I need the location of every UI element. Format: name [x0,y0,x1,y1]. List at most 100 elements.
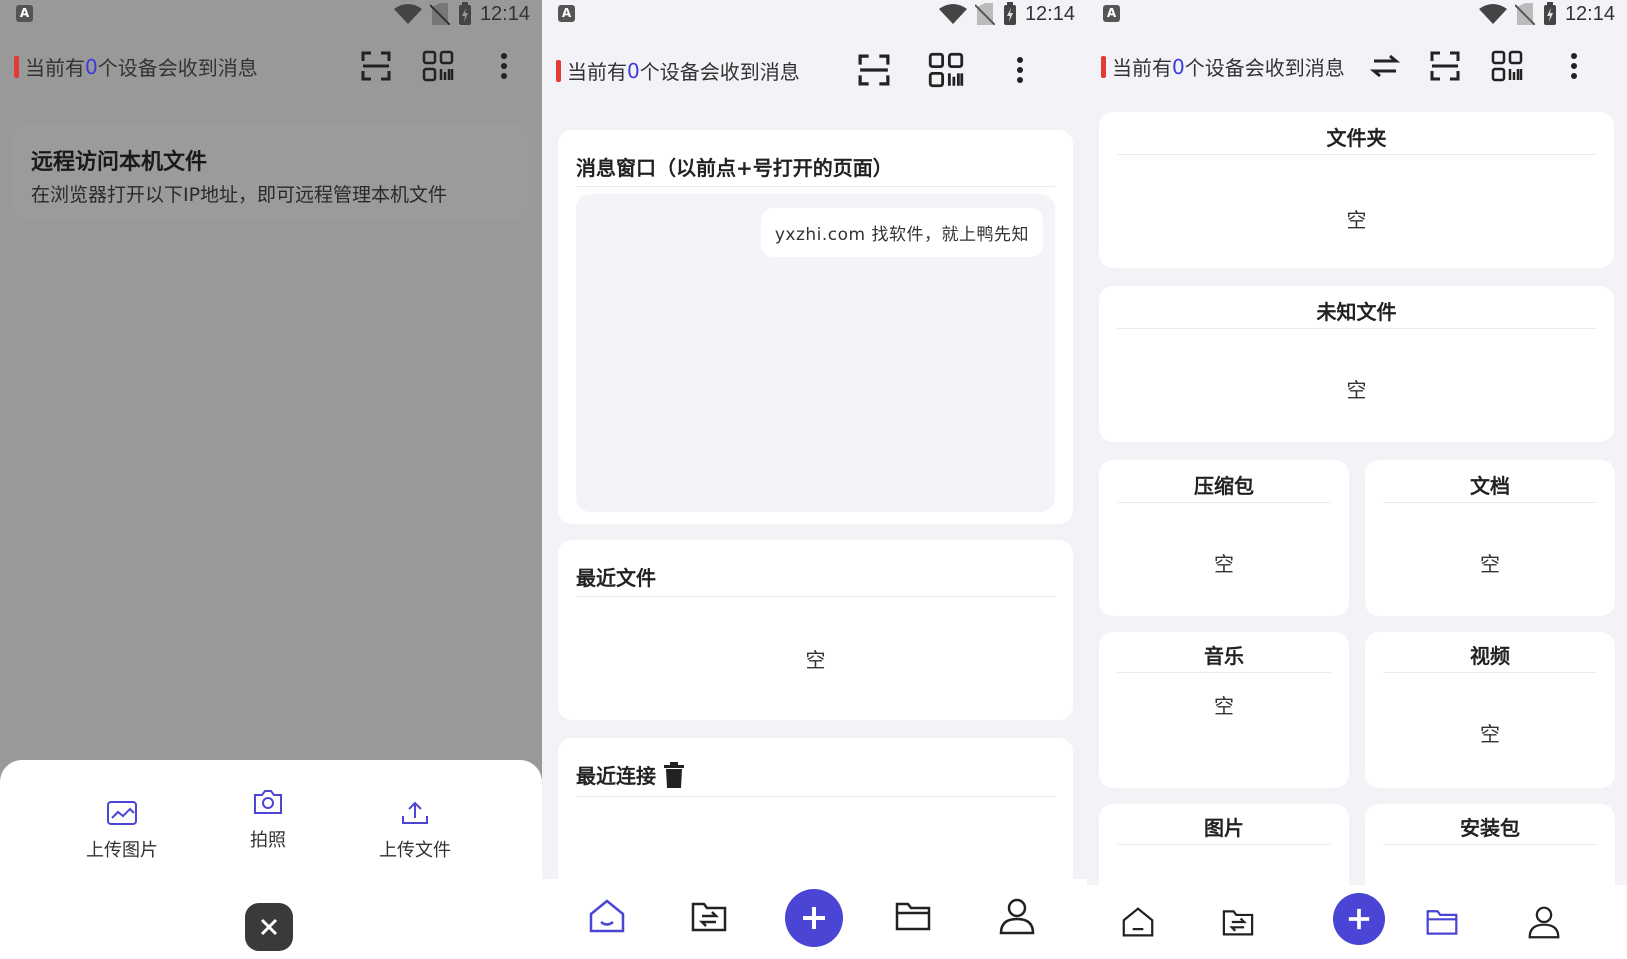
more-menu-button[interactable] [1554,46,1594,86]
category-title: 图片 [1204,816,1244,840]
clock: 12:14 [1564,2,1615,25]
folder-icon [1426,910,1458,935]
recent-connections-card: 最近连接 [558,738,1073,898]
remote-access-description: 在浏览器打开以下IP地址，即可远程管理本机文件 [31,184,448,206]
top-toolbar: 当前有 0 个设备会收到消息 [1087,38,1627,94]
status-bar: A 12:14 [0,0,542,28]
message-window-card: 消息窗口（以前点+号打开的页面） yxzhi.com 找软件，就上鸭先知 [558,130,1073,524]
nav-profile[interactable] [1519,897,1569,947]
divider [1117,672,1331,673]
upload-file-label: 上传文件 [379,840,451,861]
nav-files[interactable] [888,891,938,941]
nav-add-button[interactable] [1333,893,1385,945]
plus-icon [1348,908,1370,930]
panel-home: A 12:14 当前有 0 个设备会收到消息 消息窗口（以前点+号打开的页面） … [542,0,1087,959]
device-count-title: 当前有 0 个设备会收到消息 [1101,52,1345,81]
divider [1383,844,1597,845]
indicator-bar [556,59,561,82]
nav-file-transfer[interactable] [1213,897,1263,947]
qr-code-button[interactable] [1487,46,1527,86]
clock: 12:14 [1024,2,1075,25]
device-count: 0 [627,58,640,83]
user-icon [1528,906,1560,939]
indicator-bar [1101,55,1106,78]
home-icon [589,899,625,933]
category-title: 文件夹 [1326,126,1387,150]
panel-remote-access: A 12:14 当前有 0 个设备会收到消息 远程访问本机文件 在浏览器打开以下… [0,0,542,959]
folder-icon [895,902,931,931]
more-menu-button[interactable] [484,46,524,86]
category-empty: 空 [1214,552,1234,576]
notification-icon: A [558,5,575,22]
category-music-card[interactable]: 音乐 空 [1099,632,1349,788]
sort-switch-button[interactable] [1365,46,1405,86]
nav-files[interactable] [1417,897,1467,947]
battery-icon [1003,2,1016,25]
more-vertical-icon [501,53,507,79]
wifi-icon [393,4,422,24]
no-sim-icon [1514,3,1535,25]
panel-file-categories: A 12:14 当前有 0 个设备会收到消息 文件夹 空 未知文件 空 压缩包 … [1087,0,1627,959]
title-prefix: 当前有 [1112,56,1172,80]
battery-icon [1543,2,1556,25]
category-empty: 空 [1346,208,1367,232]
category-archive-card[interactable]: 压缩包 空 [1099,460,1349,616]
divider [1117,154,1596,155]
category-document-card[interactable]: 文档 空 [1365,460,1615,616]
category-title: 音乐 [1204,644,1244,668]
trash-icon[interactable] [664,761,684,788]
upload-file-button[interactable]: 上传文件 [355,800,475,862]
remote-access-title: 远程访问本机文件 [31,150,208,175]
divider [576,796,1055,797]
nav-profile[interactable] [992,891,1042,941]
nav-home[interactable] [582,891,632,941]
remote-access-card[interactable]: 远程访问本机文件 在浏览器打开以下IP地址，即可远程管理本机文件 [12,124,529,220]
title-suffix: 个设备会收到消息 [1184,56,1345,80]
scan-button[interactable] [356,46,396,86]
take-photo-button[interactable]: 拍照 [208,788,328,852]
plus-icon [803,907,825,929]
category-video-card[interactable]: 视频 空 [1365,632,1615,788]
bottom-navigation [1087,885,1627,959]
category-title: 未知文件 [1316,300,1397,324]
message-area[interactable]: yxzhi.com 找软件，就上鸭先知 [576,194,1055,512]
more-vertical-icon [1017,57,1023,83]
divider [1117,844,1331,845]
device-count-title: 当前有 0 个设备会收到消息 [556,56,800,85]
top-toolbar: 当前有 0 个设备会收到消息 [542,42,1087,98]
qr-code-button[interactable] [418,46,458,86]
category-title: 文档 [1470,474,1510,498]
swap-arrows-icon [1370,54,1400,78]
more-menu-button[interactable] [1000,50,1040,90]
category-folder-card[interactable]: 文件夹 空 [1099,112,1614,268]
title-prefix: 当前有 [25,56,85,80]
nav-home[interactable] [1113,897,1163,947]
divider [1117,502,1331,503]
take-photo-label: 拍照 [250,830,286,851]
category-unknown-card[interactable]: 未知文件 空 [1099,286,1614,442]
battery-icon [458,2,471,25]
category-title: 安装包 [1460,816,1520,840]
scan-button[interactable] [1425,46,1465,86]
nav-file-transfer[interactable] [684,891,734,941]
scan-icon [361,51,391,81]
camera-icon [254,790,282,814]
user-icon [999,898,1035,935]
clock: 12:14 [479,2,530,25]
divider [1383,502,1597,503]
close-sheet-button[interactable] [245,903,293,951]
message-bubble[interactable]: yxzhi.com 找软件，就上鸭先知 [760,208,1043,257]
nav-add-button[interactable] [785,889,843,947]
device-count-title: 当前有 0 个设备会收到消息 [14,52,258,81]
scan-button[interactable] [854,50,894,90]
recent-files-card: 最近文件 空 [558,540,1073,720]
more-vertical-icon [1571,53,1577,79]
recent-files-empty: 空 [805,648,826,672]
wifi-icon [938,4,967,24]
qr-code-icon [422,50,454,82]
qr-code-button[interactable] [926,50,966,90]
bottom-navigation [542,879,1087,959]
upload-image-button[interactable]: 上传图片 [62,800,182,862]
home-icon [1122,907,1154,937]
no-sim-icon [974,3,995,25]
